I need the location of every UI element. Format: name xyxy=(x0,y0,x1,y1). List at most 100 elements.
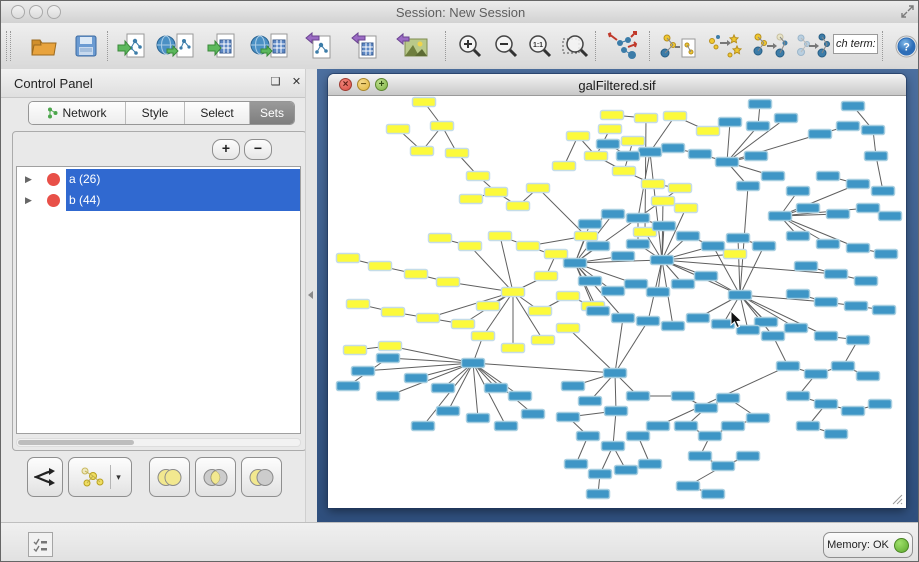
graph-node-yellow[interactable] xyxy=(557,324,580,333)
graph-node-blue[interactable] xyxy=(377,392,400,401)
float-panel-icon[interactable]: ❑ xyxy=(269,76,282,89)
graph-node-blue[interactable] xyxy=(562,382,585,391)
graph-node-blue[interactable] xyxy=(672,392,695,401)
export-image-icon[interactable] xyxy=(391,28,433,64)
graph-node-yellow[interactable] xyxy=(675,204,698,213)
graph-edge[interactable] xyxy=(500,236,513,292)
graph-node-blue[interactable] xyxy=(749,100,772,109)
graph-node-blue[interactable] xyxy=(737,182,760,191)
graph-node-yellow[interactable] xyxy=(585,152,608,161)
graph-node-yellow[interactable] xyxy=(379,342,402,351)
fullscreen-icon[interactable] xyxy=(901,5,914,21)
extend-selection-icon[interactable] xyxy=(749,28,791,64)
graph-node-blue[interactable] xyxy=(695,404,718,413)
graph-node-blue[interactable] xyxy=(862,126,885,135)
graph-node-blue[interactable] xyxy=(873,306,896,315)
graph-node-blue[interactable] xyxy=(405,374,428,383)
graph-node-blue[interactable] xyxy=(815,332,838,341)
graph-node-blue[interactable] xyxy=(787,290,810,299)
apply-layout-icon[interactable] xyxy=(601,28,645,64)
graph-node-blue[interactable] xyxy=(825,270,848,279)
close-panel-icon[interactable]: ✕ xyxy=(290,76,303,89)
graph-node-yellow[interactable] xyxy=(347,300,370,309)
graph-node-yellow[interactable] xyxy=(635,114,658,123)
invert-selection-icon[interactable] xyxy=(793,28,833,64)
graph-node-blue[interactable] xyxy=(462,359,485,368)
select-nodes-icon[interactable] xyxy=(703,28,745,64)
split-sets-button[interactable] xyxy=(27,457,63,497)
graph-node-blue[interactable] xyxy=(847,180,870,189)
graph-node-blue[interactable] xyxy=(672,280,695,289)
graph-node-blue[interactable] xyxy=(689,150,712,159)
graph-node-blue[interactable] xyxy=(337,382,360,391)
graph-node-blue[interactable] xyxy=(716,158,739,167)
graph-node-blue[interactable] xyxy=(627,214,650,223)
graph-node-yellow[interactable] xyxy=(382,308,405,317)
graph-node-yellow[interactable] xyxy=(429,234,452,243)
graph-node-yellow[interactable] xyxy=(467,172,490,181)
graph-node-yellow[interactable] xyxy=(575,232,598,241)
graph-node-blue[interactable] xyxy=(729,291,752,300)
graph-node-blue[interactable] xyxy=(587,242,610,251)
graph-node-blue[interactable] xyxy=(509,392,532,401)
graph-node-yellow[interactable] xyxy=(417,314,440,323)
set-row-a[interactable]: ▶ a (26) xyxy=(17,169,300,190)
graph-node-yellow[interactable] xyxy=(535,272,558,281)
graph-node-blue[interactable] xyxy=(625,280,648,289)
remove-set-button[interactable]: − xyxy=(244,139,272,160)
graph-node-blue[interactable] xyxy=(687,314,710,323)
graph-node-blue[interactable] xyxy=(717,394,740,403)
graph-node-yellow[interactable] xyxy=(529,307,552,316)
graph-node-blue[interactable] xyxy=(825,430,848,439)
horizontal-scrollbar[interactable] xyxy=(16,438,301,447)
graph-node-blue[interactable] xyxy=(565,460,588,469)
graph-node-blue[interactable] xyxy=(817,172,840,181)
graph-node-yellow[interactable] xyxy=(642,180,665,189)
graph-node-blue[interactable] xyxy=(815,400,838,409)
graph-node-blue[interactable] xyxy=(615,466,638,475)
graph-node-yellow[interactable] xyxy=(387,125,410,134)
intersection-button[interactable] xyxy=(195,457,236,497)
scrollbar-thumb[interactable] xyxy=(18,440,134,445)
import-table-file-icon[interactable] xyxy=(203,28,241,64)
difference-button[interactable] xyxy=(241,457,282,497)
graph-node-blue[interactable] xyxy=(627,392,650,401)
import-network-file-icon[interactable] xyxy=(113,28,151,64)
graph-node-blue[interactable] xyxy=(695,272,718,281)
graph-node-yellow[interactable] xyxy=(446,149,469,158)
graph-node-blue[interactable] xyxy=(785,324,808,333)
graph-node-blue[interactable] xyxy=(651,256,674,265)
graph-node-blue[interactable] xyxy=(589,470,612,479)
graph-node-blue[interactable] xyxy=(639,460,662,469)
graph-node-yellow[interactable] xyxy=(477,302,500,311)
graph-node-blue[interactable] xyxy=(722,422,745,431)
graph-node-yellow[interactable] xyxy=(527,184,550,193)
graph-node-blue[interactable] xyxy=(699,432,722,441)
graph-node-blue[interactable] xyxy=(662,322,685,331)
graph-node-blue[interactable] xyxy=(689,452,712,461)
graph-node-blue[interactable] xyxy=(579,220,602,229)
graph-node-blue[interactable] xyxy=(564,259,587,268)
graph-node-yellow[interactable] xyxy=(507,202,530,211)
graph-node-blue[interactable] xyxy=(662,144,685,153)
tab-style[interactable]: Style xyxy=(126,102,185,124)
graph-node-yellow[interactable] xyxy=(599,125,622,134)
graph-edge[interactable] xyxy=(483,292,513,336)
graph-node-yellow[interactable] xyxy=(369,262,392,271)
graph-node-blue[interactable] xyxy=(842,407,865,416)
graph-node-blue[interactable] xyxy=(702,490,725,499)
set-label[interactable]: b (44) xyxy=(66,190,300,211)
graph-node-yellow[interactable] xyxy=(652,197,675,206)
graph-node-blue[interactable] xyxy=(845,302,868,311)
graph-node-blue[interactable] xyxy=(639,148,662,157)
add-set-button[interactable]: + xyxy=(212,139,240,160)
graph-node-blue[interactable] xyxy=(653,222,676,231)
graph-node-yellow[interactable] xyxy=(459,242,482,251)
graph-node-yellow[interactable] xyxy=(613,167,636,176)
graph-node-blue[interactable] xyxy=(377,354,400,363)
graph-node-blue[interactable] xyxy=(865,152,888,161)
graph-node-blue[interactable] xyxy=(577,432,600,441)
graph-node-blue[interactable] xyxy=(675,422,698,431)
graph-node-yellow[interactable] xyxy=(337,254,360,263)
graph-node-blue[interactable] xyxy=(602,442,625,451)
